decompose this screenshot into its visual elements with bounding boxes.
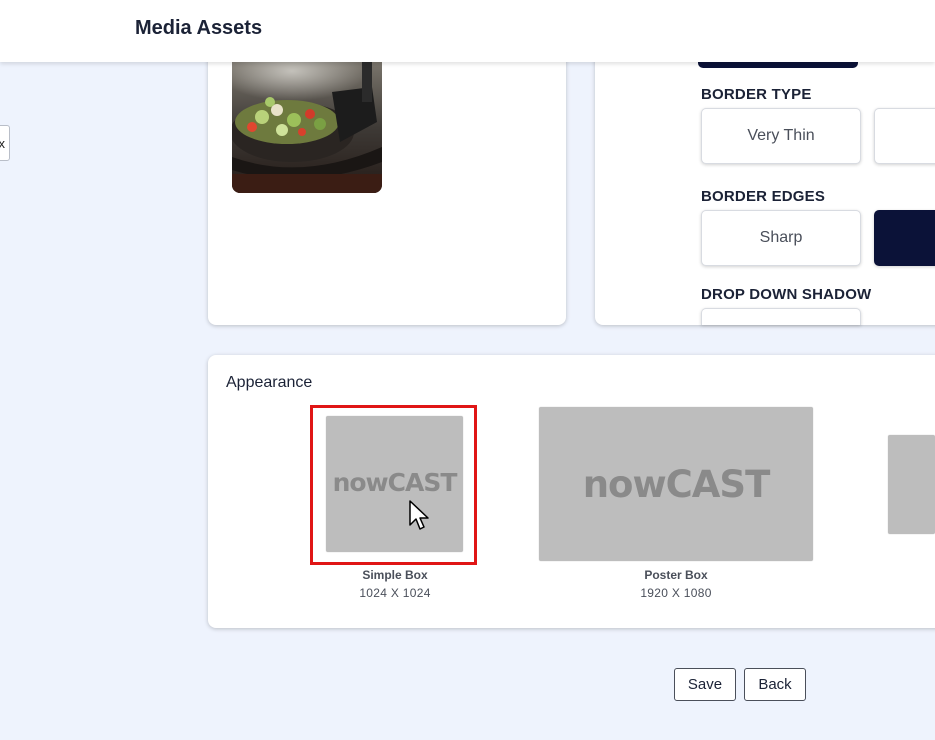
- border-edges-option-selected[interactable]: [874, 210, 935, 266]
- appearance-size-poster-box: 1920 X 1080: [640, 586, 712, 600]
- nowcast-logo-icon: nowCAST: [582, 463, 771, 506]
- selected-highlight: [310, 405, 477, 565]
- back-button[interactable]: Back: [744, 668, 806, 701]
- border-edges-label: BORDER EDGES: [701, 188, 826, 205]
- border-type-option-2[interactable]: [874, 108, 935, 164]
- top-bar: Media Assets: [0, 0, 935, 62]
- drop-down-shadow-label: DROP DOWN SHADOW: [701, 286, 872, 303]
- settings-card: [595, 40, 935, 325]
- side-panel-toggle[interactable]: x: [0, 125, 10, 161]
- media-preview-image: [232, 62, 382, 193]
- page-title: Media Assets: [135, 17, 263, 39]
- side-panel-toggle-label: x: [0, 136, 5, 151]
- appearance-title: Appearance: [226, 374, 313, 391]
- drop-down-shadow-option[interactable]: [701, 308, 861, 325]
- appearance-size-simple-box: 1024 X 1024: [359, 586, 431, 600]
- mouse-cursor-icon: [409, 500, 429, 530]
- appearance-name-poster-box: Poster Box: [644, 568, 708, 582]
- border-type-option-very-thin[interactable]: Very Thin: [701, 108, 861, 164]
- appearance-name-simple-box: Simple Box: [362, 568, 428, 582]
- border-edges-option-sharp[interactable]: Sharp: [701, 210, 861, 266]
- border-type-label: BORDER TYPE: [701, 86, 812, 103]
- save-button[interactable]: Save: [674, 668, 736, 701]
- appearance-option-poster-box[interactable]: nowCAST: [539, 407, 813, 561]
- appearance-option-3[interactable]: [888, 435, 935, 534]
